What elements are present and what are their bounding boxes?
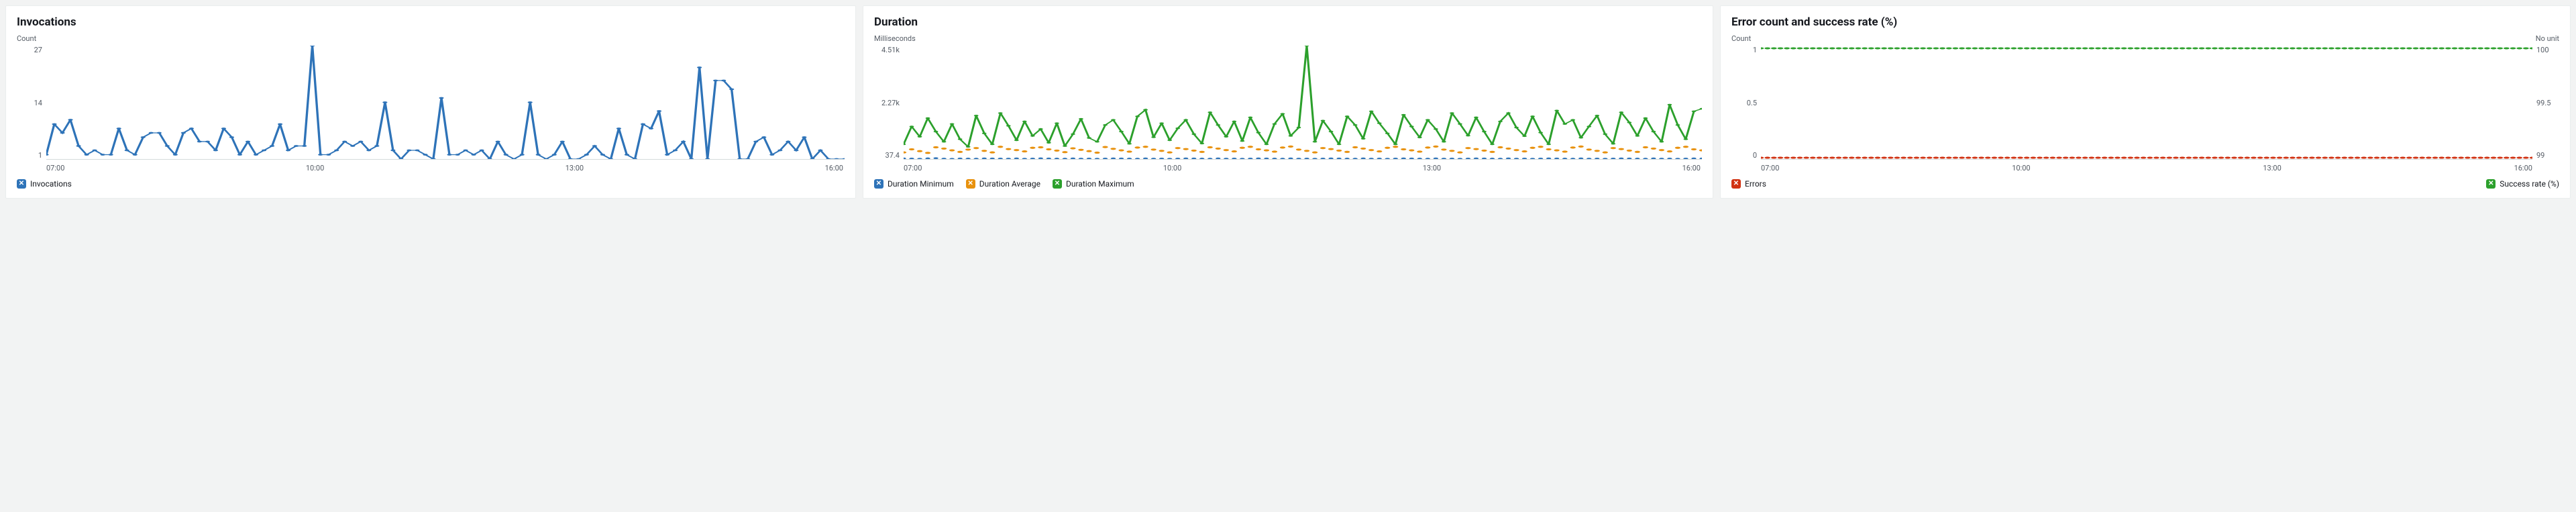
- y-tick: 37.4: [874, 151, 900, 160]
- x-tick: 16:00: [825, 164, 843, 172]
- x-tick: 13:00: [1423, 164, 1441, 172]
- y-axis-ticks-left: 1 0.5 0: [1731, 46, 1761, 160]
- y-axis-ticks: 4.51k 2.27k 37.4: [874, 46, 904, 160]
- y-axis-label: Count: [17, 34, 36, 43]
- y-axis-label-right: No unit: [2536, 34, 2559, 43]
- legend-item-duration-avg[interactable]: ✕ Duration Average: [966, 179, 1040, 189]
- legend: ✕ Invocations: [17, 179, 845, 189]
- plot-area[interactable]: [1761, 46, 2532, 160]
- panel-errors: Error count and success rate (%) Count N…: [1720, 5, 2571, 199]
- x-tick: 13:00: [2263, 164, 2281, 172]
- legend-item-duration-max[interactable]: ✕ Duration Maximum: [1053, 179, 1134, 189]
- y-axis-label-left: Count: [1731, 34, 1751, 43]
- x-axis-ticks: 07:00 10:00 13:00 16:00: [1731, 164, 2559, 172]
- y-axis-label: Milliseconds: [874, 34, 916, 43]
- x-axis-ticks: 07:00 10:00 13:00 16:00: [874, 164, 1702, 172]
- y-tick: 0: [1731, 151, 1757, 160]
- y-tick: 4.51k: [874, 46, 900, 54]
- y-tick: 1: [1731, 46, 1757, 54]
- panel-duration: Duration Milliseconds 4.51k 2.27k 37.4 0…: [863, 5, 1713, 199]
- y-tick: 0.5: [1731, 99, 1757, 107]
- legend-label: Success rate (%): [2500, 179, 2559, 189]
- legend-label: Duration Maximum: [1066, 179, 1134, 189]
- y-tick: 27: [17, 46, 42, 54]
- x-tick: 10:00: [2012, 164, 2030, 172]
- invocations-line-chart: [46, 46, 845, 159]
- y-axis-label-row: Milliseconds: [874, 34, 1702, 43]
- chart-area: 4.51k 2.27k 37.4: [874, 46, 1702, 160]
- plot-area[interactable]: [46, 46, 845, 160]
- panel-title: Error count and success rate (%): [1731, 15, 2559, 29]
- legend: ✕ Errors ✕ Success rate (%): [1731, 179, 2559, 189]
- legend-label: Errors: [1745, 179, 1766, 189]
- y-tick: 99.5: [2536, 99, 2559, 107]
- y-tick: 100: [2536, 46, 2559, 54]
- x-tick: 10:00: [306, 164, 324, 172]
- chart-area: 27 14 1: [17, 46, 845, 160]
- y-axis-label-row: Count No unit: [1731, 34, 2559, 43]
- legend-swatch: ✕: [1731, 179, 1741, 189]
- legend-swatch: ✕: [966, 179, 975, 189]
- y-axis-ticks-right: 100 99.5 99: [2532, 46, 2559, 160]
- legend-swatch: ✕: [874, 179, 883, 189]
- legend-swatch: ✕: [17, 179, 26, 189]
- panel-title: Invocations: [17, 15, 845, 29]
- plot-area[interactable]: [904, 46, 1702, 160]
- y-tick: 99: [2536, 151, 2559, 160]
- legend-label: Duration Average: [979, 179, 1040, 189]
- legend-swatch: ✕: [2486, 179, 2496, 189]
- legend-item-success[interactable]: ✕ Success rate (%): [2486, 179, 2559, 189]
- y-axis-ticks: 27 14 1: [17, 46, 46, 160]
- metrics-panels: Invocations Count 27 14 1 07:00 10:00 13…: [5, 5, 2571, 199]
- x-tick: 07:00: [904, 164, 922, 172]
- x-tick: 13:00: [566, 164, 584, 172]
- legend-item-invocations[interactable]: ✕ Invocations: [17, 179, 72, 189]
- x-tick: 10:00: [1163, 164, 1181, 172]
- legend-item-duration-min[interactable]: ✕ Duration Minimum: [874, 179, 954, 189]
- duration-line-chart: [904, 46, 1702, 159]
- legend-swatch: ✕: [1053, 179, 1062, 189]
- y-tick: 1: [17, 151, 42, 160]
- panel-invocations: Invocations Count 27 14 1 07:00 10:00 13…: [5, 5, 856, 199]
- chart-area: 1 0.5 0 100 99.5 99: [1731, 46, 2559, 160]
- y-axis-label-row: Count: [17, 34, 845, 43]
- panel-title: Duration: [874, 15, 1702, 29]
- legend: ✕ Duration Minimum ✕ Duration Average ✕ …: [874, 179, 1702, 189]
- legend-label: Invocations: [30, 179, 72, 189]
- x-tick: 16:00: [2514, 164, 2532, 172]
- legend-label: Duration Minimum: [888, 179, 954, 189]
- y-tick: 2.27k: [874, 99, 900, 107]
- errors-success-chart: [1761, 46, 2532, 159]
- legend-item-errors[interactable]: ✕ Errors: [1731, 179, 1766, 189]
- x-tick: 07:00: [1761, 164, 1779, 172]
- x-tick: 16:00: [1682, 164, 1701, 172]
- x-tick: 07:00: [46, 164, 64, 172]
- y-tick: 14: [17, 99, 42, 107]
- x-axis-ticks: 07:00 10:00 13:00 16:00: [17, 164, 845, 172]
